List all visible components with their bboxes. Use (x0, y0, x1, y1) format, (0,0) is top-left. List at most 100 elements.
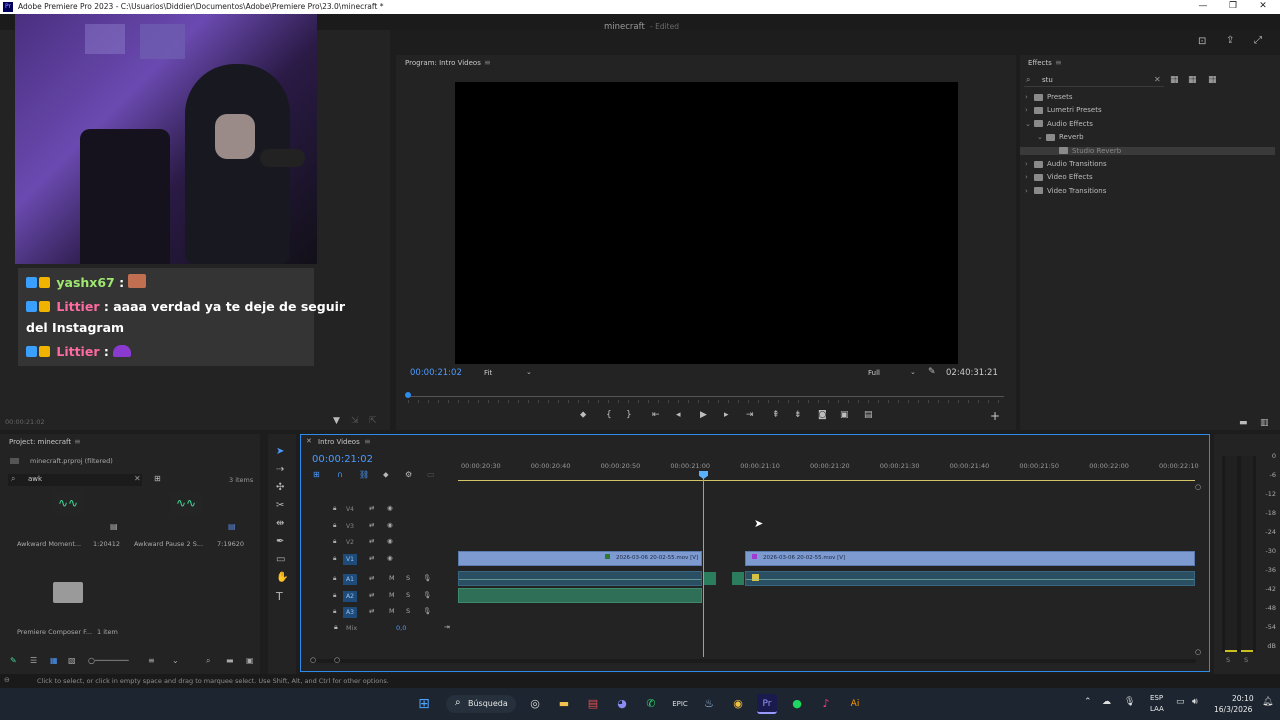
close-button[interactable]: ✕ (1248, 0, 1278, 14)
step-forward-icon[interactable]: ▸ (724, 410, 729, 420)
project-title[interactable]: Project: minecraft (9, 438, 71, 446)
effects-tree-item[interactable]: › Video Transitions (1025, 187, 1106, 195)
timeline-timecode[interactable]: 00:00:21:02 (312, 454, 373, 465)
clear-search-icon[interactable]: ✕ (1154, 75, 1161, 84)
nest-icon[interactable]: ⊞ (313, 470, 320, 479)
solo-button[interactable]: S (406, 607, 410, 615)
sync-lock-icon[interactable]: ⇄ (369, 521, 374, 529)
chevron-icon[interactable]: › (1025, 173, 1034, 181)
list-view-icon[interactable]: ☰ (30, 656, 37, 665)
chevron-icon[interactable]: › (1025, 106, 1034, 114)
track-select-tool-icon[interactable]: ⇢ (276, 464, 284, 475)
audio-clip[interactable] (458, 588, 702, 603)
mute-button[interactable]: M (389, 591, 395, 599)
restore-button[interactable]: ❐ (1218, 0, 1248, 14)
project-item-name[interactable]: Awkward Pause 2 S... (134, 540, 203, 548)
folder-icon[interactable] (53, 582, 83, 603)
chevron-icon[interactable]: › (1025, 187, 1034, 195)
program-monitor-title[interactable]: Program: Intro Videos (405, 59, 481, 67)
effects-tree-item[interactable]: ⌄ Reverb (1037, 133, 1084, 141)
effects-tree-item[interactable]: › Lumetri Presets (1025, 106, 1102, 114)
chevron-icon[interactable]: ⌄ (1037, 133, 1046, 141)
sync-lock-icon[interactable]: ⇄ (369, 574, 374, 582)
sort-icon[interactable]: ≡ (148, 656, 155, 665)
clear-search-icon[interactable]: ✕ (134, 474, 141, 483)
wrench-icon[interactable]: ✎ (928, 367, 936, 377)
cloud-icon[interactable]: ☁ (1102, 697, 1111, 707)
microphone-icon[interactable]: 🎙︎ (423, 574, 431, 582)
step-back-icon[interactable]: ◂ (676, 410, 681, 420)
task-view-icon[interactable]: ◎ (525, 694, 545, 714)
panel-menu-icon[interactable]: ≡ (364, 437, 371, 446)
work-area-bar[interactable] (458, 480, 1195, 481)
eye-icon[interactable]: ◉ (387, 504, 393, 512)
snap-icon[interactable]: ∩ (337, 470, 343, 479)
effects-title[interactable]: Effects (1028, 59, 1052, 67)
file-explorer-icon[interactable]: ▬ (554, 694, 574, 714)
audio-transition[interactable] (704, 572, 716, 585)
pen-tool-icon[interactable]: ✒ (276, 536, 284, 547)
program-timecode[interactable]: 00:00:21:02 (410, 368, 462, 378)
lock-icon[interactable]: 🔒︎ (333, 521, 336, 530)
audio-transition[interactable] (732, 572, 744, 585)
sync-lock-icon[interactable]: ⇄ (369, 504, 374, 512)
timeline-ruler[interactable]: 00:00:20:30 00:00:20:40 00:00:20:50 00:00:2… (461, 462, 1201, 472)
lock-icon[interactable]: 🔒︎ (333, 591, 336, 600)
sync-lock-icon[interactable]: ⇄ (369, 591, 374, 599)
lock-icon[interactable]: 🔒︎ (333, 554, 336, 563)
microphone-icon[interactable]: 🎙︎ (1124, 697, 1135, 707)
accelerated-effects-icon[interactable]: ▦ (1170, 75, 1179, 85)
lock-icon[interactable]: 🔒︎ (334, 623, 338, 632)
mix-value[interactable]: 0,0 (396, 624, 406, 632)
new-bin-icon[interactable]: ▬ (226, 656, 234, 665)
hand-tool-icon[interactable]: ✋ (276, 572, 288, 583)
effects-tree-item[interactable]: › Audio Transitions (1025, 160, 1107, 168)
whatsapp-icon[interactable]: ✆ (641, 694, 661, 714)
audio-track-header[interactable]: 🔒︎ A1 ⇄ M S 🎙︎ (301, 571, 458, 587)
vr-icon[interactable]: ▤ (864, 410, 873, 420)
bin-name[interactable]: Premiere Composer F... (17, 628, 92, 636)
lift-icon[interactable]: ⇞ (772, 410, 780, 420)
filter-icon[interactable]: ▼ (333, 416, 340, 426)
chevron-down-icon[interactable]: ⌄ (526, 368, 532, 376)
tiktok-icon[interactable]: ♪ (816, 694, 836, 714)
settings-wrench-icon[interactable]: ⚙ (405, 470, 412, 479)
effects-tree-item[interactable]: Studio Reverb (1020, 146, 1275, 155)
track-label[interactable]: A3 (343, 607, 357, 619)
close-tab-icon[interactable]: ✕ (306, 437, 312, 445)
panel-menu-icon[interactable]: ≡ (74, 437, 81, 446)
windows-start-icon[interactable]: ⊞ (414, 694, 434, 714)
discord-icon[interactable]: ◕ (612, 694, 632, 714)
effects-search-field[interactable]: ⌕ stu ✕ (1024, 75, 1164, 87)
project-search-field[interactable]: ⌕ awk ✕ (8, 474, 142, 486)
effects-tree-item[interactable]: › Video Effects (1025, 173, 1093, 181)
audio-clip[interactable] (458, 571, 702, 586)
mute-button[interactable]: M (389, 607, 395, 615)
rectangle-tool-icon[interactable]: ▭ (276, 554, 285, 565)
volume-icon[interactable]: 🔊︎ (1192, 697, 1198, 707)
track-label[interactable]: V4 (343, 504, 357, 515)
mark-out-icon[interactable]: } (626, 410, 632, 420)
timeline-scrollbar[interactable] (312, 659, 1196, 663)
chevron-icon[interactable]: › (1025, 160, 1034, 168)
eye-icon[interactable]: ◉ (387, 521, 393, 529)
track-label[interactable]: A1 (343, 574, 357, 585)
share-icon[interactable]: ⇪ (1226, 35, 1234, 46)
mark-in-icon[interactable]: { (606, 410, 612, 420)
chevron-icon[interactable]: ⌄ (1025, 120, 1034, 128)
quality-dropdown[interactable]: Full (868, 369, 880, 377)
project-item-name[interactable]: Awkward Moment... (17, 540, 81, 548)
new-bin-icon[interactable]: ▬ (1239, 418, 1248, 428)
fullscreen-icon[interactable]: ⤢ (1254, 35, 1262, 46)
fit-dropdown[interactable]: Fit (484, 369, 492, 377)
notifications-icon[interactable]: 🔔︎ (1262, 697, 1273, 707)
insert-icon[interactable]: ⇲ (351, 416, 359, 426)
razor-tool-icon[interactable]: ✂ (276, 500, 284, 511)
video-clip[interactable]: 2026-03-06 20-02-55.mov [V] (745, 551, 1195, 566)
news-app-icon[interactable]: ▤ (583, 694, 603, 714)
clock-time[interactable]: 20:10 (1232, 694, 1254, 703)
network-icon[interactable]: ▭ (1176, 697, 1185, 707)
video-clip[interactable]: 2026-03-06 20-02-55.mov [V] (458, 551, 702, 566)
illustrator-icon[interactable]: Ai (845, 694, 865, 714)
export-frame-icon[interactable]: ◙ (818, 410, 827, 420)
